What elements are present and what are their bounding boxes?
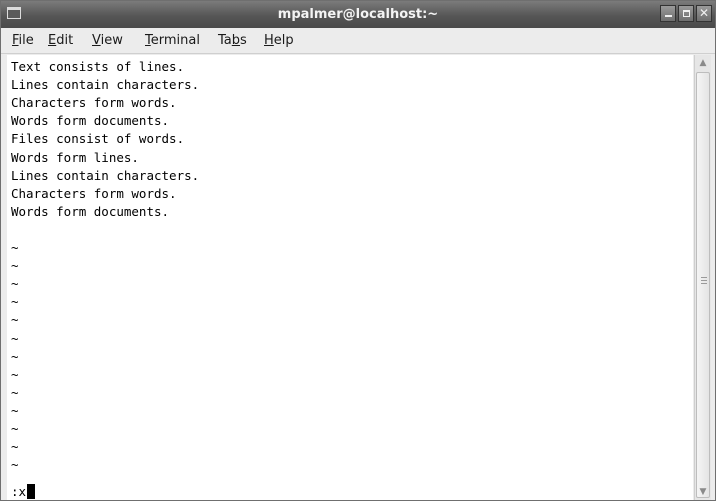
- vi-command-line[interactable]: :x: [11, 483, 36, 500]
- buffer-line: Words form documents.: [11, 203, 170, 219]
- vi-empty-line-tilde: ~: [11, 366, 19, 382]
- window-controls: ✕: [660, 5, 712, 22]
- menu-view-mnemonic: V: [92, 33, 101, 48]
- vi-empty-line-tilde: ~: [11, 258, 19, 274]
- minimize-button[interactable]: [660, 5, 676, 22]
- scroll-down-arrow-icon[interactable]: ▼: [697, 486, 709, 498]
- thumb-grip-line: [701, 283, 707, 284]
- maximize-button[interactable]: [678, 5, 694, 22]
- menu-tabs-label-start: Ta: [218, 33, 232, 48]
- menu-view-label: iew: [100, 33, 123, 48]
- thumb-grip-line: [701, 280, 707, 281]
- title-bar[interactable]: mpalmer@localhost:~ ✕: [1, 1, 715, 29]
- vi-empty-line-tilde: ~: [11, 421, 19, 436]
- menu-terminal[interactable]: Terminal: [145, 33, 200, 48]
- menu-edit[interactable]: Edit: [48, 33, 73, 48]
- buffer-line: Text consists of lines.: [11, 59, 185, 74]
- command-text: :x: [11, 484, 27, 499]
- vi-empty-line-tilde: ~: [11, 276, 19, 292]
- vi-empty-line-tilde: ~: [11, 348, 19, 364]
- menu-file[interactable]: File: [12, 33, 34, 48]
- menu-tabs-mnemonic: b: [231, 33, 241, 48]
- window-title: mpalmer@localhost:~: [277, 7, 439, 22]
- vertical-scrollbar[interactable]: ▲ ▼: [694, 55, 711, 500]
- menu-tabs[interactable]: Tabs: [218, 33, 247, 48]
- buffer-line: Characters form words.: [11, 95, 177, 111]
- buffer-line: Lines contain characters.: [11, 77, 200, 93]
- buffer-line: Characters form words.: [11, 185, 177, 201]
- menu-edit-mnemonic: E: [48, 33, 57, 48]
- menu-bar: File Edit View Terminal Tabs Help: [1, 28, 715, 54]
- scroll-up-arrow-icon[interactable]: ▲: [697, 57, 709, 69]
- thumb-grip-line: [701, 277, 707, 278]
- menu-help-label: elp: [273, 33, 294, 48]
- minimize-icon: [665, 15, 672, 17]
- menu-edit-label: dit: [56, 33, 74, 48]
- scrollbar-thumb[interactable]: [696, 72, 710, 498]
- menu-tabs-label-end: s: [240, 33, 247, 48]
- buffer-line: Words form documents.: [11, 113, 170, 129]
- terminal-window: mpalmer@localhost:~ ✕ File Edit View Ter…: [0, 0, 716, 501]
- buffer-line: Words form lines.: [11, 149, 139, 165]
- text-cursor: [27, 484, 36, 499]
- menu-help[interactable]: Help: [264, 33, 294, 48]
- terminal-text-area[interactable]: :x Text consists of lines. Lines contain …: [7, 55, 693, 500]
- menu-terminal-label: erminal: [150, 33, 200, 48]
- menu-help-mnemonic: H: [264, 33, 274, 48]
- close-icon: ✕: [698, 6, 710, 20]
- buffer-line: Lines contain characters.: [11, 167, 200, 183]
- vi-empty-line-tilde: ~: [11, 312, 19, 328]
- vi-empty-line-tilde: ~: [11, 240, 19, 255]
- close-button[interactable]: ✕: [696, 5, 712, 22]
- vi-empty-line-tilde: ~: [11, 384, 19, 400]
- vi-empty-line-tilde: ~: [11, 457, 19, 473]
- menu-view[interactable]: View: [92, 33, 123, 48]
- vi-empty-line-tilde: ~: [11, 330, 19, 346]
- maximize-icon: [683, 10, 690, 17]
- menu-file-label: ile: [18, 33, 34, 48]
- buffer-line: Files consist of words.: [11, 131, 185, 147]
- vi-empty-line-tilde: ~: [11, 402, 19, 418]
- vi-empty-line-tilde: ~: [11, 294, 19, 310]
- vi-empty-line-tilde: ~: [11, 439, 19, 455]
